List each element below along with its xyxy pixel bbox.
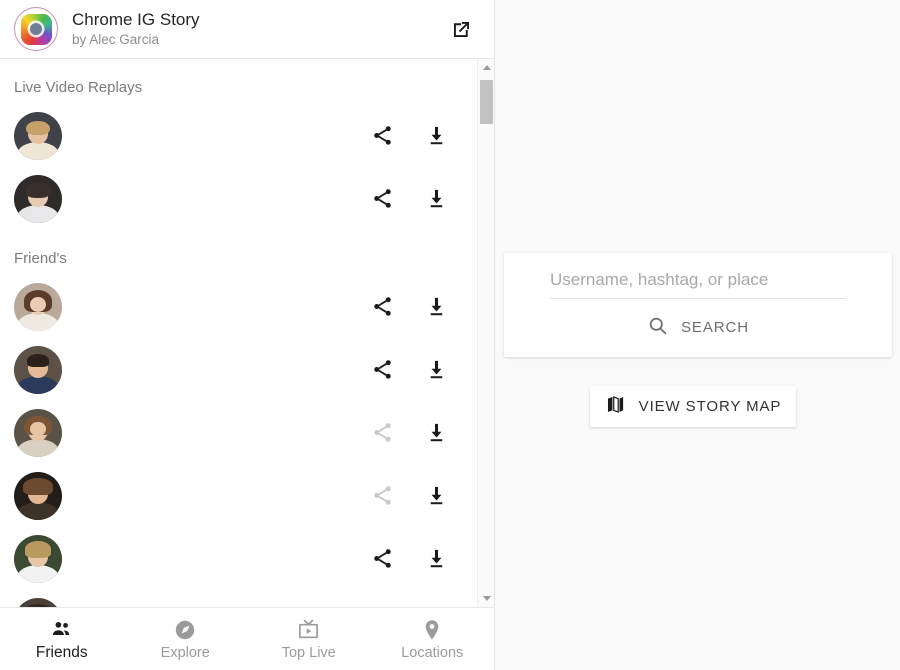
nav-item-top-live[interactable]: Top Live [247, 608, 371, 670]
download-icon[interactable] [413, 176, 459, 222]
extension-popup: Chrome IG Story by Alec Garcia Live Vide… [0, 0, 900, 670]
story-row[interactable] [0, 167, 477, 230]
avatar[interactable] [14, 345, 62, 394]
share-icon[interactable] [359, 347, 405, 393]
row-actions [359, 176, 477, 222]
scroll-up-arrow-icon[interactable] [478, 59, 494, 76]
row-actions [359, 347, 477, 393]
row-actions [359, 473, 477, 519]
row-actions [359, 284, 477, 330]
avatar[interactable] [14, 282, 62, 331]
app-author: by Alec Garcia [72, 31, 160, 47]
section-heading-live-video-replays: Live Video Replays [14, 79, 143, 96]
download-icon[interactable] [413, 284, 459, 330]
compass-icon [173, 617, 197, 643]
section-heading-friends: Friend's [14, 250, 67, 267]
search-icon [647, 315, 668, 341]
download-icon[interactable] [413, 473, 459, 519]
story-list: Live Video Replays Friend's [0, 59, 477, 607]
extension-header: Chrome IG Story by Alec Garcia [0, 0, 494, 59]
story-row[interactable] [0, 401, 477, 464]
download-icon[interactable] [413, 113, 459, 159]
nav-item-locations[interactable]: Locations [371, 608, 495, 670]
view-story-map-label: VIEW STORY MAP [638, 398, 782, 415]
search-button[interactable]: SEARCH [550, 315, 846, 341]
story-row[interactable] [0, 338, 477, 401]
row-actions [359, 113, 477, 159]
share-icon[interactable] [359, 536, 405, 582]
search-button-label: SEARCH [681, 319, 749, 336]
story-list-scroll-area[interactable]: Live Video Replays Friend's [0, 59, 494, 607]
map-icon [605, 394, 626, 420]
bottom-navigation: Friends Explore Top Live Locations [0, 607, 494, 670]
avatar[interactable] [14, 471, 62, 520]
share-icon[interactable] [359, 113, 405, 159]
share-icon[interactable] [359, 599, 405, 608]
avatar[interactable] [14, 174, 62, 223]
nav-item-explore[interactable]: Explore [124, 608, 248, 670]
row-actions [359, 410, 477, 456]
nav-label: Explore [160, 644, 210, 661]
story-row[interactable] [0, 464, 477, 527]
row-actions [359, 536, 477, 582]
map-pin-icon [420, 617, 444, 643]
share-icon[interactable] [359, 473, 405, 519]
tv-icon [296, 617, 321, 643]
list-scrollbar[interactable] [477, 59, 494, 607]
share-icon[interactable] [359, 284, 405, 330]
download-icon[interactable] [413, 599, 459, 608]
right-panel: SEARCH VIEW STORY MAP [495, 0, 900, 670]
avatar[interactable] [14, 597, 62, 607]
avatar[interactable] [14, 408, 62, 457]
scrollbar-thumb[interactable] [480, 80, 493, 124]
share-icon[interactable] [359, 410, 405, 456]
external-link-icon[interactable] [446, 14, 476, 44]
people-icon [49, 617, 74, 643]
nav-item-friends[interactable]: Friends [0, 608, 124, 670]
story-row[interactable] [0, 590, 477, 607]
nav-label: Friends [35, 643, 88, 661]
scroll-down-arrow-icon[interactable] [478, 590, 494, 607]
share-icon[interactable] [359, 176, 405, 222]
avatar[interactable] [14, 534, 62, 583]
download-icon[interactable] [413, 410, 459, 456]
download-icon[interactable] [413, 536, 459, 582]
nav-label: Top Live [281, 644, 336, 661]
nav-label: Locations [401, 644, 464, 661]
story-row[interactable] [0, 527, 477, 590]
app-logo-icon [14, 7, 58, 51]
search-input[interactable] [550, 269, 846, 299]
avatar[interactable] [14, 111, 62, 160]
story-row[interactable] [0, 104, 477, 167]
row-actions [359, 599, 477, 608]
search-card: SEARCH [504, 253, 892, 357]
download-icon[interactable] [413, 347, 459, 393]
story-row[interactable] [0, 275, 477, 338]
app-title-block: Chrome IG Story by Alec Garcia [72, 10, 446, 49]
left-panel: Chrome IG Story by Alec Garcia Live Vide… [0, 0, 495, 670]
app-title: Chrome IG Story [72, 9, 200, 29]
view-story-map-button[interactable]: VIEW STORY MAP [590, 386, 796, 427]
